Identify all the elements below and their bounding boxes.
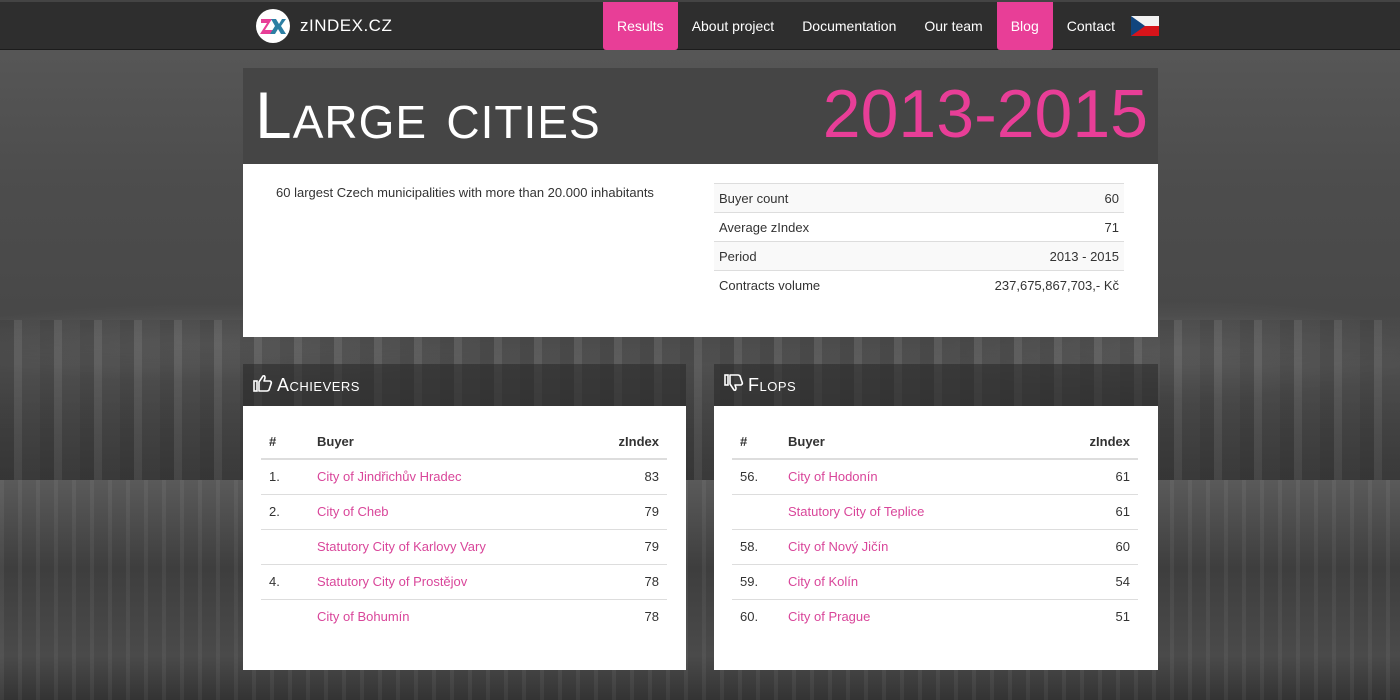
- row-rank: 1.: [269, 469, 280, 485]
- achievers-panel: # Buyer zIndex 1. City of Jindřichův Hra…: [243, 406, 686, 670]
- stats-table: Buyer count 60 Average zIndex 71 Period …: [714, 183, 1124, 300]
- stats-row: Buyer count 60: [714, 183, 1124, 213]
- buyer-link[interactable]: Statutory City of Prostějov: [317, 574, 467, 589]
- row-rank: 60.: [732, 598, 780, 634]
- table-header-row: # Buyer zIndex: [261, 428, 667, 460]
- buyer-link[interactable]: City of Jindřichův Hradec: [317, 469, 462, 484]
- row-zindex: 61: [1115, 469, 1130, 485]
- buyer-link[interactable]: City of Nový Jičín: [788, 539, 888, 554]
- stat-label: Buyer count: [719, 190, 789, 206]
- language-switch[interactable]: [1129, 2, 1159, 50]
- row-rank: [261, 528, 309, 564]
- row-rank: 58.: [732, 528, 780, 564]
- flops-table: # Buyer zIndex 56. City of Hodonín 61 St…: [732, 428, 1138, 634]
- category-description: 60 largest Czech municipalities with mor…: [276, 185, 654, 200]
- row-zindex: 61: [1041, 493, 1138, 529]
- table-row: 59. City of Kolín 54: [732, 563, 1138, 599]
- stat-value: 237,675,867,703,- Kč: [994, 277, 1119, 293]
- main-nav: Results About project Documentation Our …: [603, 2, 1159, 50]
- table-row: 1. City of Jindřichův Hradec 83: [261, 459, 667, 494]
- stat-value: 71: [1104, 219, 1119, 235]
- nav-documentation[interactable]: Documentation: [788, 2, 910, 50]
- thumbs-up-icon: [253, 374, 273, 397]
- summary-panel: 60 largest Czech municipalities with mor…: [243, 164, 1158, 337]
- thumbs-down-icon: [724, 373, 744, 397]
- stat-label: Period: [719, 248, 757, 264]
- row-rank: [261, 598, 309, 634]
- column-zindex: zIndex: [1041, 428, 1138, 460]
- stat-value: 2013 - 2015: [1049, 248, 1119, 264]
- row-rank: [732, 493, 780, 529]
- nav-our-team[interactable]: Our team: [910, 2, 996, 50]
- stats-row: Contracts volume 237,675,867,703,- Kč: [714, 270, 1124, 300]
- buyer-link[interactable]: City of Cheb: [317, 504, 389, 519]
- flops-panel: # Buyer zIndex 56. City of Hodonín 61 St…: [714, 406, 1158, 670]
- row-zindex: 78: [583, 563, 667, 599]
- flops-title: Flops: [748, 374, 797, 395]
- buyer-link[interactable]: Statutory City of Teplice: [788, 504, 924, 519]
- buyer-link[interactable]: Statutory City of Karlovy Vary: [317, 539, 486, 554]
- row-zindex: 79: [583, 493, 667, 529]
- column-buyer: Buyer: [309, 428, 584, 460]
- stat-label: Average zIndex: [719, 219, 810, 235]
- column-rank: #: [261, 428, 309, 460]
- background-river: [0, 480, 1400, 700]
- table-row: Statutory City of Teplice 61: [732, 493, 1138, 529]
- nav-results[interactable]: Results: [603, 2, 678, 50]
- achievers-title: Achievers: [277, 374, 360, 395]
- column-rank: #: [732, 428, 780, 460]
- table-row: 58. City of Nový Jičín 60: [732, 528, 1138, 564]
- period-title: 2013-2015: [822, 76, 1148, 152]
- row-rank: 56.: [740, 469, 759, 485]
- column-zindex: zIndex: [583, 428, 667, 460]
- table-row: 2. City of Cheb 79: [261, 493, 667, 529]
- row-zindex: 51: [1041, 598, 1138, 634]
- stats-row: Period 2013 - 2015: [714, 241, 1124, 271]
- brand-name: zINDEX.CZ: [300, 16, 393, 35]
- table-row: Statutory City of Karlovy Vary 79: [261, 528, 667, 564]
- nav-about-project[interactable]: About project: [678, 2, 789, 50]
- table-row: 4. Statutory City of Prostějov 78: [261, 563, 667, 599]
- navbar: zINDEX.CZ Results About project Document…: [0, 0, 1400, 50]
- stats-row: Average zIndex 71: [714, 212, 1124, 242]
- background-cityscape: [0, 320, 1400, 480]
- achievers-table: # Buyer zIndex 1. City of Jindřichův Hra…: [261, 428, 667, 634]
- brand-link[interactable]: zINDEX.CZ: [256, 8, 392, 44]
- nav-contact[interactable]: Contact: [1053, 2, 1129, 50]
- achievers-header: Achievers: [243, 364, 686, 406]
- page-banner: Large cities 2013-2015: [243, 68, 1158, 164]
- table-row: City of Bohumín 78: [261, 598, 667, 634]
- buyer-link[interactable]: City of Prague: [788, 609, 870, 624]
- row-zindex: 54: [1041, 563, 1138, 599]
- row-rank: 2.: [261, 493, 309, 529]
- row-rank: 4.: [261, 563, 309, 599]
- row-zindex: 60: [1041, 528, 1138, 564]
- row-zindex: 79: [583, 528, 667, 564]
- flops-header: Flops: [714, 364, 1158, 406]
- table-header-row: # Buyer zIndex: [732, 428, 1138, 460]
- buyer-link[interactable]: City of Kolín: [788, 574, 858, 589]
- buyer-link[interactable]: City of Hodonín: [788, 469, 878, 484]
- row-zindex: 78: [583, 598, 667, 634]
- row-rank: 59.: [732, 563, 780, 599]
- table-row: 56. City of Hodonín 61: [732, 459, 1138, 494]
- zindex-logo-icon: [256, 9, 290, 43]
- czech-flag-icon: [1131, 16, 1159, 36]
- stat-value: 60: [1104, 190, 1119, 206]
- nav-blog[interactable]: Blog: [996, 2, 1053, 50]
- row-zindex: 83: [644, 469, 659, 485]
- buyer-link[interactable]: City of Bohumín: [317, 609, 410, 624]
- page-title: Large cities: [255, 78, 601, 152]
- column-buyer: Buyer: [780, 428, 1042, 460]
- table-row: 60. City of Prague 51: [732, 598, 1138, 634]
- stat-label: Contracts volume: [719, 277, 821, 293]
